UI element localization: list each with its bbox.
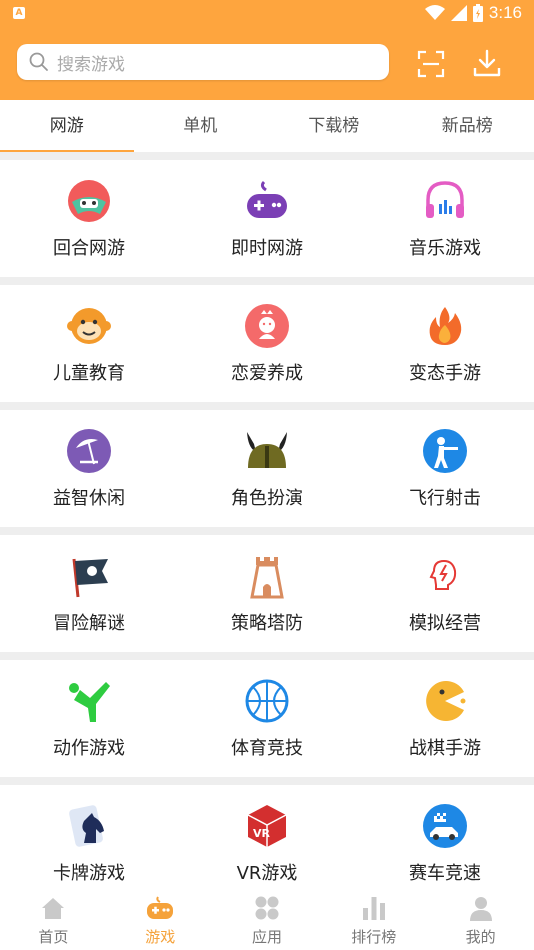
gamepad-icon [247, 180, 287, 218]
category-rpg[interactable]: 角色扮演 [178, 410, 356, 527]
category-grid: 回合网游 即时网游 音乐游戏 儿童教育 恋爱养成 变态手游 益智休闲 角色扮演 … [0, 160, 534, 910]
svg-text:VR: VR [253, 827, 271, 840]
category-label: 动作游戏 [53, 738, 125, 759]
knight-card-icon [69, 805, 104, 847]
pirate-flag-icon [72, 558, 108, 598]
category-sports[interactable]: 体育竞技 [178, 660, 356, 777]
apps-icon [255, 896, 279, 920]
monkey-face-icon [67, 308, 111, 344]
scan-icon[interactable] [417, 50, 445, 78]
bottom-navigation: 首页 游戏 应用 排行榜 我的 [0, 888, 534, 950]
category-row: 儿童教育 恋爱养成 变态手游 [0, 285, 534, 402]
nav-apps[interactable]: 应用 [214, 888, 321, 950]
nav-label: 排行榜 [351, 928, 397, 946]
category-label: 恋爱养成 [231, 363, 303, 384]
nav-profile[interactable]: 我的 [427, 888, 534, 950]
category-label: 模拟经营 [409, 613, 481, 634]
nav-label: 游戏 [145, 928, 176, 946]
status-right: 3:16 [424, 3, 522, 23]
race-car-icon [423, 804, 467, 848]
pacman-icon [426, 681, 466, 721]
category-label: 策略塔防 [231, 613, 303, 634]
tower-icon [250, 557, 284, 599]
nav-rankings[interactable]: 排行榜 [320, 888, 427, 950]
princess-icon [245, 304, 289, 348]
category-tower-defense[interactable]: 策略塔防 [178, 535, 356, 652]
category-label: 儿童教育 [53, 363, 125, 384]
category-label: 回合网游 [53, 238, 125, 259]
category-romance[interactable]: 恋爱养成 [178, 285, 356, 402]
category-row: 益智休闲 角色扮演 飞行射击 [0, 410, 534, 527]
category-label: 飞行射击 [409, 488, 481, 509]
clock: 3:16 [488, 3, 522, 22]
beach-umbrella-icon [67, 429, 111, 473]
tab-online[interactable]: 网游 [0, 100, 134, 152]
kick-icon [69, 682, 110, 722]
category-row: 回合网游 即时网游 音乐游戏 [0, 160, 534, 277]
search-icon [29, 52, 48, 71]
category-row: 冒险解谜 策略塔防 模拟经营 [0, 535, 534, 652]
nav-label: 我的 [465, 928, 496, 946]
nav-label: 应用 [251, 928, 282, 946]
download-icon[interactable] [472, 48, 502, 78]
turn-based-icon [68, 180, 110, 222]
category-label: 变态手游 [409, 363, 481, 384]
category-label: 体育竞技 [231, 738, 303, 759]
category-row: 动作游戏 体育竞技 战棋手游 [0, 660, 534, 777]
category-racing[interactable]: 赛车竞速 [356, 785, 534, 902]
category-flight-shooter[interactable]: 飞行射击 [356, 410, 534, 527]
category-strategy-chess[interactable]: 战棋手游 [356, 660, 534, 777]
category-tabs: 网游 单机 下载榜 新品榜 [0, 100, 534, 152]
person-icon [469, 897, 492, 921]
app-notification-icon: A [13, 7, 25, 19]
nav-home[interactable]: 首页 [0, 888, 107, 950]
game-controller-icon [147, 896, 174, 919]
nav-games[interactable]: 游戏 [107, 888, 214, 950]
signal-icon [450, 5, 467, 21]
category-label: 益智休闲 [53, 488, 125, 509]
headphones-icon [426, 181, 464, 218]
category-label: 即时网游 [231, 238, 303, 259]
wifi-icon [424, 5, 445, 20]
category-realtime[interactable]: 即时网游 [178, 160, 356, 277]
category-vr[interactable]: VR VR游戏 [178, 785, 356, 902]
category-label: VR游戏 [236, 863, 298, 884]
brain-icon [429, 559, 457, 590]
category-action[interactable]: 动作游戏 [0, 660, 178, 777]
tab-standalone[interactable]: 单机 [134, 100, 268, 152]
category-row: 卡牌游戏 VR VR游戏 赛车竞速 [0, 785, 534, 902]
battery-icon [472, 4, 483, 22]
basketball-icon [245, 679, 289, 723]
category-simulation[interactable]: 模拟经营 [356, 535, 534, 652]
category-turn-based[interactable]: 回合网游 [0, 160, 178, 277]
vr-cube-icon: VR [247, 805, 287, 847]
category-label: 音乐游戏 [409, 238, 481, 259]
category-kids-education[interactable]: 儿童教育 [0, 285, 178, 402]
viking-helmet-icon [247, 432, 287, 468]
category-music[interactable]: 音乐游戏 [356, 160, 534, 277]
status-bar: A 3:16 [0, 0, 534, 28]
category-label: 赛车竞速 [409, 863, 481, 884]
shooter-icon [423, 429, 467, 473]
category-adventure-puzzle[interactable]: 冒险解谜 [0, 535, 178, 652]
tab-new-rank[interactable]: 新品榜 [401, 100, 534, 152]
category-label: 战棋手游 [409, 738, 481, 759]
category-label: 角色扮演 [231, 488, 303, 509]
search-input[interactable]: 搜索游戏 [17, 44, 389, 80]
search-placeholder: 搜索游戏 [57, 54, 125, 75]
category-puzzle-casual[interactable]: 益智休闲 [0, 410, 178, 527]
nav-label: 首页 [38, 928, 69, 946]
flame-icon [429, 307, 462, 345]
bar-chart-icon [362, 897, 385, 920]
category-label: 卡牌游戏 [53, 863, 125, 884]
category-label: 冒险解谜 [53, 613, 125, 634]
top-bar: A 3:16 搜索游戏 [0, 0, 534, 100]
tab-download-rank[interactable]: 下载榜 [267, 100, 401, 152]
category-modded[interactable]: 变态手游 [356, 285, 534, 402]
category-card[interactable]: 卡牌游戏 [0, 785, 178, 902]
home-icon [42, 898, 65, 919]
